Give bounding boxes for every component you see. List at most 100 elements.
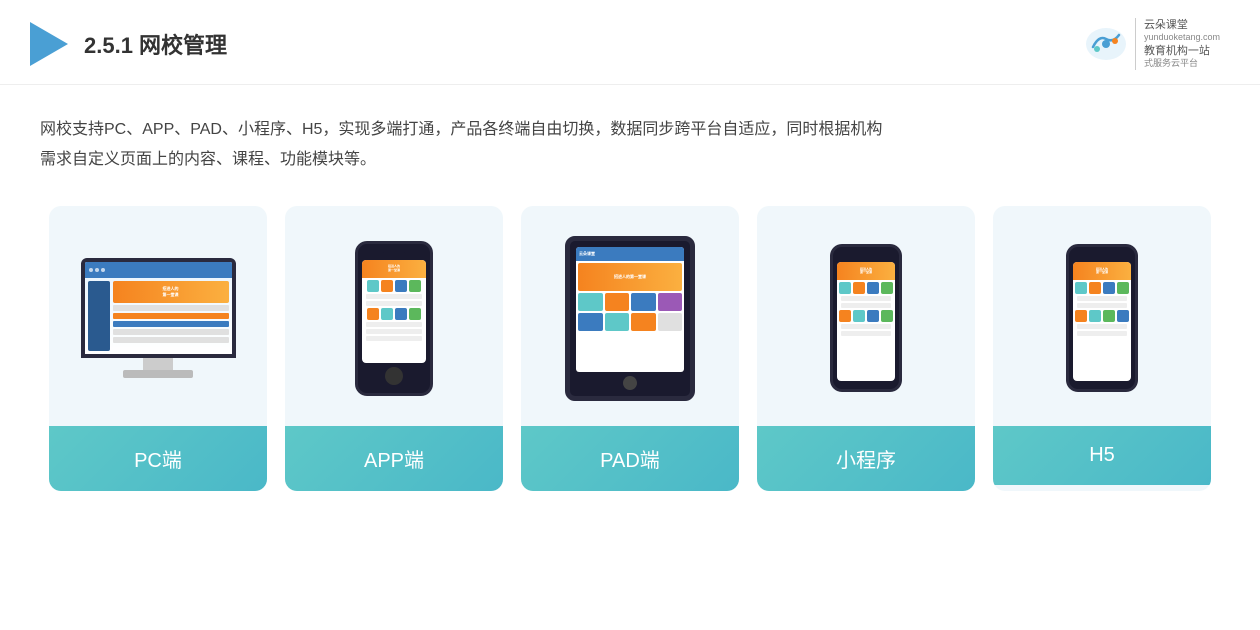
phone-icon <box>853 282 865 294</box>
mini-label-bar: 小程序 <box>757 426 975 491</box>
tablet-body: 云朵课堂 招进人的第一堂课 <box>565 236 695 401</box>
tablet-grid-item <box>631 293 656 311</box>
phone-list-row <box>366 322 422 327</box>
desktop-neck <box>143 358 173 370</box>
phone-list-row <box>1077 303 1127 308</box>
pad-label-bar: PAD端 <box>521 426 739 491</box>
phone-screen-mini: 招进人的第一堂课 <box>837 262 895 381</box>
screen-row <box>113 305 229 311</box>
tablet-grid <box>578 293 682 331</box>
phone-icon <box>1117 310 1129 322</box>
desktop-screen-inner: 招进人的第一堂课 <box>85 262 232 354</box>
phone-icon <box>867 282 879 294</box>
pad-card: 云朵课堂 招进人的第一堂课 <box>521 206 739 491</box>
tablet-grid-item <box>578 293 603 311</box>
tablet-screen: 云朵课堂 招进人的第一堂课 <box>576 247 684 372</box>
tablet-grid-item <box>578 313 603 331</box>
phone-screen-body-mini <box>837 280 895 381</box>
phone-screen-top: 招进人的第一堂课 <box>362 260 426 278</box>
screen-dot <box>95 268 99 272</box>
header-left: 2.5.1 网校管理 <box>30 22 227 66</box>
phone-list-row <box>366 294 422 299</box>
h5-card: 招进人的第一堂课 <box>993 206 1211 491</box>
phone-list-row <box>841 296 891 301</box>
phone-body-h5: 招进人的第一堂课 <box>1066 244 1138 392</box>
pc-label-bar: PC端 <box>49 426 267 491</box>
phone-icon <box>1089 310 1101 322</box>
phone-list-row <box>366 329 422 334</box>
header-right: 云朵课堂 yunduoketang.com 教育机构一站 式服务云平台 <box>1085 18 1220 70</box>
phone-icon <box>881 282 893 294</box>
phone-icon <box>853 310 865 322</box>
phone-body-mini: 招进人的第一堂课 <box>830 244 902 392</box>
phone-icons-row <box>364 308 424 320</box>
app-image-area: 招进人的第一堂课 <box>285 206 503 426</box>
screen-banner: 招进人的第一堂课 <box>113 281 229 303</box>
phone-icon <box>1103 282 1115 294</box>
phone-icons-row <box>839 282 893 294</box>
app-card: 招进人的第一堂课 <box>285 206 503 491</box>
phone-icons-row <box>364 280 424 292</box>
tablet-grid-item <box>658 293 683 311</box>
brand-icon <box>1085 27 1127 61</box>
phone-screen-h5: 招进人的第一堂课 <box>1073 262 1131 381</box>
brand-text: 云朵课堂 yunduoketang.com 教育机构一站 式服务云平台 <box>1135 18 1220 70</box>
desktop-screen: 招进人的第一堂课 <box>81 258 236 358</box>
phone-notch-h5 <box>1092 255 1112 259</box>
header: 2.5.1 网校管理 云朵课堂 yunduoketang.com <box>0 0 1260 85</box>
app-label: APP端 <box>364 450 424 472</box>
phone-list-row <box>841 324 891 329</box>
phone-icon <box>395 280 407 292</box>
phone-notch <box>382 252 406 257</box>
screen-topbar <box>85 262 232 278</box>
phone-mockup-app: 招进人的第一堂课 <box>355 241 433 396</box>
h5-image-area: 招进人的第一堂课 <box>993 206 1211 426</box>
pc-card: 招进人的第一堂课 <box>49 206 267 491</box>
phone-icon <box>409 308 421 320</box>
phone-home-button <box>385 367 403 385</box>
page-container: 2.5.1 网校管理 云朵课堂 yunduoketang.com <box>0 0 1260 630</box>
phone-icon <box>381 308 393 320</box>
tablet-grid-item <box>658 313 683 331</box>
cards-section: 招进人的第一堂课 <box>0 196 1260 511</box>
phone-list-row <box>841 331 891 336</box>
app-label-bar: APP端 <box>285 426 503 491</box>
phone-list-row <box>841 303 891 308</box>
phone-icon <box>839 310 851 322</box>
phone-icon <box>367 308 379 320</box>
desktop-base <box>123 370 193 378</box>
pad-image-area: 云朵课堂 招进人的第一堂课 <box>521 206 739 426</box>
phone-mockup-h5: 招进人的第一堂课 <box>1066 244 1138 392</box>
screen-dot <box>101 268 105 272</box>
tablet-grid-item <box>605 313 630 331</box>
phone-icons-row <box>839 310 893 322</box>
phone-list-row <box>366 336 422 341</box>
phone-screen-app: 招进人的第一堂课 <box>362 260 426 363</box>
screen-content: 招进人的第一堂课 <box>85 278 232 354</box>
page-title: 2.5.1 网校管理 <box>84 28 227 60</box>
h5-label-bar: H5 <box>993 426 1211 485</box>
screen-sidebar <box>88 281 110 351</box>
phone-screen-top-h5: 招进人的第一堂课 <box>1073 262 1131 280</box>
mini-card: 招进人的第一堂课 <box>757 206 975 491</box>
screen-dot <box>89 268 93 272</box>
phone-screen-top-mini: 招进人的第一堂课 <box>837 262 895 280</box>
phone-screen-body-h5 <box>1073 280 1131 381</box>
tablet-mockup: 云朵课堂 招进人的第一堂课 <box>565 236 695 401</box>
phone-icon <box>1117 282 1129 294</box>
phone-list-row <box>1077 331 1127 336</box>
phone-body-app: 招进人的第一堂课 <box>355 241 433 396</box>
phone-icons-row <box>1075 282 1129 294</box>
phone-icons-row <box>1075 310 1129 322</box>
phone-icon <box>367 280 379 292</box>
brand-logo: 云朵课堂 yunduoketang.com 教育机构一站 式服务云平台 <box>1085 18 1220 70</box>
description-section: 网校支持PC、APP、PAD、小程序、H5，实现多端打通，产品各终端自由切换，数… <box>0 85 1260 196</box>
mini-label: 小程序 <box>836 450 896 472</box>
phone-icon <box>1089 282 1101 294</box>
screen-row-accent <box>113 313 229 319</box>
tablet-home-button <box>623 376 637 390</box>
phone-icon <box>839 282 851 294</box>
screen-row <box>113 329 229 335</box>
screen-rows <box>113 305 229 343</box>
phone-icon <box>381 280 393 292</box>
